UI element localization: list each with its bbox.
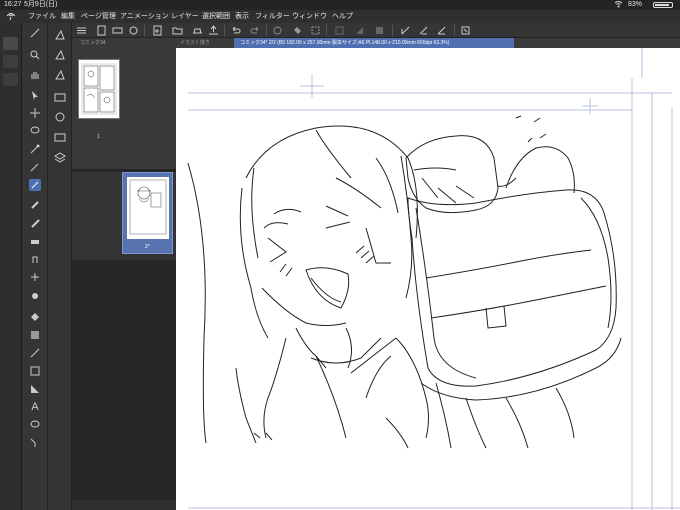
page-panel-footer (72, 500, 176, 510)
text-tool-icon[interactable]: A (29, 401, 41, 413)
lasso-icon[interactable] (29, 125, 41, 137)
ruler-icon[interactable] (112, 25, 123, 36)
layer-brush-icon[interactable] (54, 69, 66, 81)
page-entry-2[interactable]: 2* (72, 172, 176, 260)
layer-pencil-icon[interactable] (54, 49, 66, 61)
snap-special-ruler-icon[interactable] (418, 25, 429, 36)
snap-grid-icon[interactable] (436, 25, 447, 36)
tools-extra-icon[interactable] (460, 25, 471, 36)
menu-window[interactable]: ウィンドウ (292, 10, 327, 23)
undo-icon[interactable] (230, 25, 241, 36)
canvas-tab-bar: イラスト描き コミック34* 2/2 (B5 182.00 x 257.00mm… (176, 38, 680, 48)
battery-percent: 83% (628, 1, 643, 8)
edge-palette-bar (0, 23, 22, 510)
menu-view[interactable]: 表示 (235, 10, 249, 23)
canvas-area[interactable] (176, 38, 680, 510)
pen-tip-icon[interactable] (29, 27, 41, 39)
menu-animation[interactable]: アニメーション (120, 10, 169, 23)
menu-help[interactable]: ヘルプ (332, 10, 353, 23)
battery-icon (653, 2, 673, 8)
open-folder-icon[interactable] (172, 25, 183, 36)
ruler-tool-icon[interactable] (29, 383, 41, 395)
menu-filter[interactable]: フィルター (255, 10, 290, 23)
page-thumbnail-1[interactable] (78, 59, 120, 119)
ios-status-bar: 16:27 5月9日(日) 83% (0, 0, 680, 10)
tab-illustration[interactable]: イラスト描き (180, 38, 230, 48)
zoom-icon[interactable] (29, 49, 41, 61)
hand-icon[interactable] (29, 69, 41, 81)
menu-page-management[interactable]: ページ管理 (81, 10, 116, 23)
status-date: 5月9日(日) (24, 1, 58, 8)
status-time: 16:27 (4, 1, 22, 8)
crop-icon[interactable] (374, 25, 385, 36)
invert-selection-icon[interactable] (354, 25, 365, 36)
deselect-icon[interactable] (334, 25, 345, 36)
app-logo-icon[interactable] (6, 12, 16, 21)
page-number-2: 2* (145, 244, 150, 250)
page-entry-1[interactable]: 1 (72, 48, 176, 170)
layers-stack-icon[interactable] (54, 151, 66, 163)
tool-palette-toggle-icon[interactable] (3, 37, 18, 50)
folder-layer-icon[interactable] (54, 91, 66, 103)
tab-comic34[interactable]: コミック34* 2/2 (B5 182.00 x 257.00mm 製本サイズ:… (234, 38, 514, 48)
new-file-icon[interactable] (96, 25, 107, 36)
sub-tool-toggle-icon[interactable] (3, 55, 18, 68)
eraser-icon[interactable] (29, 235, 41, 247)
transform-icon[interactable] (310, 25, 321, 36)
menu-layer[interactable]: レイヤー (171, 10, 199, 23)
balloon-icon[interactable] (29, 419, 41, 431)
command-bar (72, 23, 680, 38)
menu-selection[interactable]: 選択範囲 (202, 10, 230, 23)
page-number-1: 1 (97, 134, 100, 140)
new-page-icon[interactable] (152, 25, 163, 36)
page-thumbnail-2[interactable] (127, 177, 169, 239)
sketch-canvas[interactable] (176, 38, 680, 510)
correct-line-icon[interactable] (29, 437, 41, 449)
move-icon[interactable] (29, 107, 41, 119)
auto-select-icon[interactable] (29, 143, 41, 155)
wifi-icon (614, 0, 623, 8)
sparkle-icon[interactable] (29, 271, 41, 283)
hamburger-menu-icon[interactable] (76, 25, 87, 36)
tool-palette: A (22, 23, 48, 510)
eyedropper-icon[interactable] (29, 161, 41, 173)
blend-icon[interactable] (29, 253, 41, 265)
object-icon[interactable] (29, 89, 41, 101)
page-manager-tab[interactable]: コミック34 (72, 38, 176, 48)
brush-icon[interactable] (29, 217, 41, 229)
menu-bar: ファイル 編集 ページ管理 アニメーション レイヤー 選択範囲 表示 フィルター… (0, 10, 680, 23)
material-icon[interactable] (54, 111, 66, 123)
pen-icon[interactable] (29, 179, 41, 191)
page-folder-icon[interactable] (54, 131, 66, 143)
fill-icon[interactable] (29, 311, 41, 323)
redo-icon[interactable] (250, 25, 261, 36)
pencil-icon[interactable] (29, 199, 41, 211)
frame-icon[interactable] (29, 365, 41, 377)
sub-tool-palette (48, 23, 72, 510)
export-icon[interactable] (208, 25, 219, 36)
fill-selection-icon[interactable] (292, 25, 303, 36)
page-manager-panel: コミック34 1 2* (72, 38, 176, 510)
gradient-icon[interactable] (29, 329, 41, 341)
layer-pen-icon[interactable] (54, 29, 66, 41)
menu-edit[interactable]: 編集 (61, 10, 75, 23)
airbrush-icon[interactable] (29, 289, 41, 301)
snap-ruler-icon[interactable] (400, 25, 411, 36)
save-icon[interactable] (192, 25, 203, 36)
clear-icon[interactable] (272, 25, 283, 36)
menu-file[interactable]: ファイル (28, 10, 56, 23)
property-toggle-icon[interactable] (3, 73, 18, 86)
settings-icon[interactable] (128, 25, 139, 36)
line-icon[interactable] (29, 347, 41, 359)
